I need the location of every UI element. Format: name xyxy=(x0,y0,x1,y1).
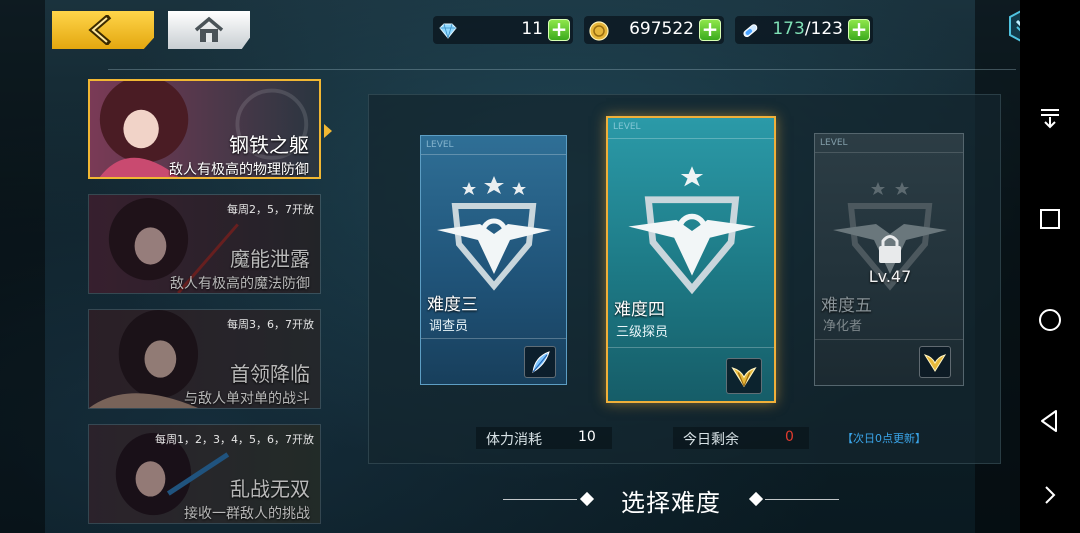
mode-item-steel-body[interactable]: 钢铁之躯 敌人有极高的物理防御 xyxy=(88,79,321,179)
level-tag: LEVEL xyxy=(613,122,641,132)
difficulty-rank: 三级探员 xyxy=(616,325,669,340)
chevron-right-icon[interactable] xyxy=(1038,483,1062,507)
card-divider xyxy=(608,138,774,139)
card-divider xyxy=(815,339,963,340)
diamond-icon xyxy=(439,23,457,39)
lock-icon xyxy=(879,235,901,263)
mode-description: 与敌人单对单的战斗 xyxy=(184,391,310,407)
difficulty-name: 难度五 xyxy=(821,296,872,316)
back-button[interactable] xyxy=(52,11,154,49)
gold-wings-icon xyxy=(731,367,757,388)
reward-slot[interactable] xyxy=(524,346,556,378)
mode-name: 首领降临 xyxy=(230,362,310,386)
rank-emblem-icon xyxy=(437,176,551,291)
remaining-today-label: 今日剩余 xyxy=(683,432,739,448)
stamina-max: 123 xyxy=(810,19,843,39)
stamina-cost-value: 10 xyxy=(578,429,596,445)
home-icon xyxy=(194,16,224,42)
mode-description: 敌人有极高的物理防御 xyxy=(169,162,309,178)
selected-mode-pointer xyxy=(324,124,332,138)
remaining-today-box: 今日剩余 0 xyxy=(673,427,809,449)
difficulty-rank: 调查员 xyxy=(429,319,469,334)
difficulty-name: 难度四 xyxy=(614,300,665,320)
mode-schedule: 每周2，5，7开放 xyxy=(227,203,314,216)
add-gems-button[interactable]: + xyxy=(548,19,570,41)
mode-description: 敌人有极高的魔法防御 xyxy=(170,276,310,292)
page-title-bar: 选择难度 xyxy=(503,483,839,517)
menu-toggle-button[interactable] xyxy=(1006,7,1020,45)
next-update-note: 【次日0点更新】 xyxy=(842,432,926,445)
energy-vial-icon xyxy=(743,24,758,38)
stamina-counter: 173/123 + xyxy=(735,16,873,44)
gold-wings-icon xyxy=(923,354,947,372)
square-icon[interactable] xyxy=(1038,207,1062,231)
triangle-back-icon[interactable] xyxy=(1038,409,1062,433)
reward-slot[interactable] xyxy=(919,346,951,378)
stamina-cost-label: 体力消耗 xyxy=(486,432,542,448)
left-edge-shade xyxy=(0,0,45,533)
stamina-value: 173/123 xyxy=(772,19,843,39)
home-button[interactable] xyxy=(168,11,250,49)
mode-name: 乱战无双 xyxy=(230,477,310,501)
difficulty-name: 难度三 xyxy=(427,295,478,315)
circle-icon[interactable] xyxy=(1038,308,1062,332)
gems-value: 11 xyxy=(521,19,543,39)
system-nav-bar xyxy=(1020,0,1080,533)
stamina-current: 173 xyxy=(772,19,805,39)
blue-feather-icon xyxy=(532,351,550,373)
reward-slot[interactable] xyxy=(726,358,762,394)
gems-counter: 11 + xyxy=(433,16,573,44)
difficulty-rank: 净化者 xyxy=(823,319,863,334)
coin-icon xyxy=(589,21,609,41)
title-line-right xyxy=(765,499,839,500)
chevron-down-badge-icon xyxy=(1009,10,1020,42)
stamina-cost-box: 体力消耗 10 xyxy=(476,427,612,449)
mode-item-boss-arrival[interactable]: 每周3，6，7开放 首领降临 与敌人单对单的战斗 xyxy=(88,309,321,409)
card-divider xyxy=(815,152,963,153)
chevron-left-icon xyxy=(88,15,112,45)
mode-item-magic-leak[interactable]: 每周2，5，7开放 魔能泄露 敌人有极高的魔法防御 xyxy=(88,194,321,294)
unlock-level-text: Lv.47 xyxy=(868,267,912,286)
mode-description: 接收一群敌人的挑战 xyxy=(184,506,310,522)
gold-counter: 697522 + xyxy=(584,16,724,44)
card-divider xyxy=(608,347,774,348)
difficulty-card-4[interactable]: LEVEL 难度四 三级探员 xyxy=(606,116,776,403)
gold-value: 697522 xyxy=(629,19,694,39)
add-stamina-button[interactable]: + xyxy=(848,19,870,41)
game-screen: 11 + 697522 + 173/123 + 钢铁之躯 敌人有极高的物理防御 … xyxy=(0,0,1020,533)
mode-schedule: 每周3，6，7开放 xyxy=(227,318,314,331)
collapse-down-icon[interactable] xyxy=(1038,106,1062,130)
mode-item-melee-unmatched[interactable]: 每周1，2，3，4，5，6，7开放 乱战无双 接收一群敌人的挑战 xyxy=(88,424,321,524)
mode-name: 魔能泄露 xyxy=(230,247,310,271)
remaining-today-value: 0 xyxy=(785,429,794,445)
difficulty-card-5[interactable]: LEVEL Lv.47 难度五 净化者 xyxy=(814,133,964,386)
page-title: 选择难度 xyxy=(621,489,721,517)
header-divider xyxy=(108,69,1016,70)
difficulty-card-3[interactable]: LEVEL 难度三 调查员 xyxy=(420,135,567,385)
card-divider xyxy=(421,338,566,339)
rank-emblem-icon xyxy=(628,166,756,295)
level-tag: LEVEL xyxy=(426,140,454,150)
card-divider xyxy=(421,154,566,155)
mode-schedule: 每周1，2，3，4，5，6，7开放 xyxy=(155,433,314,446)
add-gold-button[interactable]: + xyxy=(699,19,721,41)
mode-name: 钢铁之躯 xyxy=(229,133,309,157)
level-tag: LEVEL xyxy=(820,138,848,148)
